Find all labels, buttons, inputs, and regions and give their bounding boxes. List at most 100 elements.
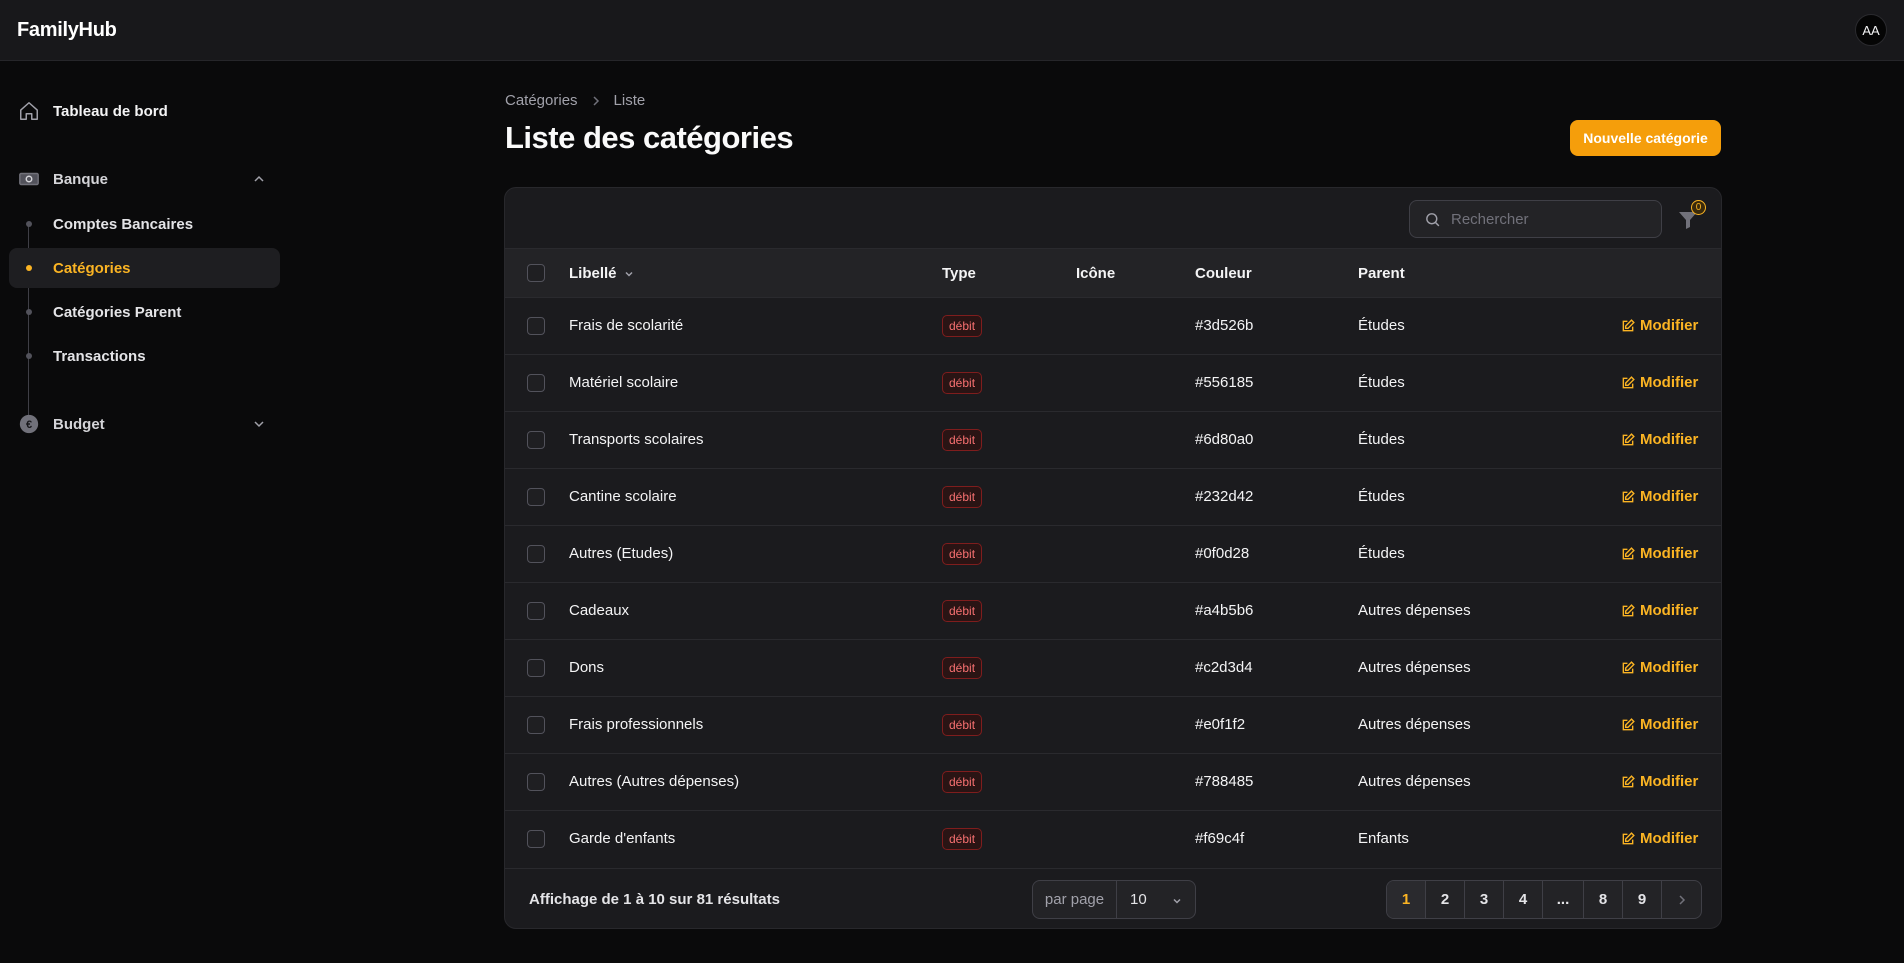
filter-count-badge: 0 xyxy=(1691,200,1706,215)
row-parent: Autres dépenses xyxy=(1358,659,1471,676)
sidebar-section-label: Budget xyxy=(53,415,105,433)
nav-dot xyxy=(26,353,32,359)
row-color: #0f0d28 xyxy=(1195,545,1250,562)
edit-button[interactable]: Modifier xyxy=(1621,830,1698,847)
row-color: #232d42 xyxy=(1195,488,1254,505)
banknote-icon xyxy=(19,172,39,186)
edit-button-label: Modifier xyxy=(1640,602,1699,619)
row-parent: Autres dépenses xyxy=(1358,602,1471,619)
edit-icon xyxy=(1622,660,1635,673)
column-header-color: Couleur xyxy=(1195,265,1252,282)
sidebar-item-parent-categories[interactable]: Catégories Parent xyxy=(9,292,280,332)
edit-button[interactable]: Modifier xyxy=(1621,659,1698,676)
edit-button[interactable]: Modifier xyxy=(1621,545,1698,562)
row-checkbox[interactable] xyxy=(527,773,545,791)
table-row: Garde d'enfants débit #f69c4f Enfants Modifi… xyxy=(505,811,1721,868)
sidebar-section-bank[interactable]: Banque xyxy=(9,159,279,199)
row-checkbox[interactable] xyxy=(527,659,545,677)
edit-button-label: Modifier xyxy=(1640,545,1699,562)
page-button[interactable]: 3 xyxy=(1465,881,1504,918)
svg-text:€: € xyxy=(26,419,32,431)
row-parent: Études xyxy=(1358,317,1405,334)
search-input[interactable] xyxy=(1451,210,1651,228)
edit-icon xyxy=(1622,432,1635,445)
row-checkbox[interactable] xyxy=(527,374,545,392)
edit-button-label: Modifier xyxy=(1640,773,1699,790)
row-label: Dons xyxy=(569,659,605,676)
edit-button[interactable]: Modifier xyxy=(1621,431,1698,448)
page-button[interactable]: 8 xyxy=(1584,881,1623,918)
table-row: Cadeaux débit #a4b5b6 Autres dépenses Modifi… xyxy=(505,583,1721,640)
edit-button-label: Modifier xyxy=(1640,317,1699,334)
edit-button[interactable]: Modifier xyxy=(1621,374,1698,391)
next-page-button[interactable] xyxy=(1662,881,1701,918)
sidebar-item-bank-accounts[interactable]: Comptes Bancaires xyxy=(9,204,280,244)
edit-icon xyxy=(1622,831,1635,844)
edit-button[interactable]: Modifier xyxy=(1621,716,1698,733)
edit-button[interactable]: Modifier xyxy=(1621,317,1698,334)
sidebar-item-categories[interactable]: Catégories xyxy=(9,248,280,288)
categories-table-card: 0 Libellé Type Icône Couleur Parent Frai… xyxy=(504,187,1722,929)
row-parent: Études xyxy=(1358,545,1405,562)
row-checkbox[interactable] xyxy=(527,488,545,506)
row-label: Cantine scolaire xyxy=(569,488,677,505)
row-checkbox[interactable] xyxy=(527,431,545,449)
edit-icon xyxy=(1622,489,1635,502)
select-all-checkbox[interactable] xyxy=(527,264,545,282)
breadcrumb: Catégories Liste xyxy=(505,92,645,109)
breadcrumb-current: Liste xyxy=(613,92,646,109)
chevron-down-icon[interactable] xyxy=(251,416,267,432)
results-summary: Affichage de 1 à 10 sur 81 résultats xyxy=(529,891,780,908)
table-row: Frais professionnels débit #e0f1f2 Autres d… xyxy=(505,697,1721,754)
user-avatar[interactable]: AA xyxy=(1855,14,1887,46)
search-box[interactable] xyxy=(1409,200,1662,238)
type-badge: débit xyxy=(942,486,983,508)
page-button[interactable]: 2 xyxy=(1426,881,1465,918)
type-badge: débit xyxy=(942,771,983,793)
edit-icon xyxy=(1622,603,1635,616)
row-parent: Études xyxy=(1358,431,1405,448)
row-label: Frais de scolarité xyxy=(569,317,684,334)
row-label: Garde d'enfants xyxy=(569,830,676,847)
search-icon xyxy=(1426,212,1440,226)
page-button[interactable]: 4 xyxy=(1504,881,1543,918)
row-checkbox[interactable] xyxy=(527,545,545,563)
app-brand[interactable]: FamilyHub xyxy=(17,19,117,42)
sidebar-item-dashboard[interactable]: Tableau de bord xyxy=(9,91,279,131)
table-row: Cantine scolaire débit #232d42 Études Modifi… xyxy=(505,469,1721,526)
sidebar-item-transactions[interactable]: Transactions xyxy=(9,336,280,376)
row-checkbox[interactable] xyxy=(527,602,545,620)
sidebar-item-label: Catégories xyxy=(53,259,131,277)
column-header-label[interactable]: Libellé xyxy=(569,265,635,282)
row-checkbox[interactable] xyxy=(527,716,545,734)
column-header-label-text: Libellé xyxy=(569,265,617,282)
edit-icon xyxy=(1622,774,1635,787)
type-badge: débit xyxy=(942,543,983,565)
nav-dot xyxy=(26,221,32,227)
new-category-button[interactable]: Nouvelle catégorie xyxy=(1570,120,1721,156)
edit-icon xyxy=(1622,375,1635,388)
row-color: #556185 xyxy=(1195,374,1254,391)
row-checkbox[interactable] xyxy=(527,317,545,335)
row-checkbox[interactable] xyxy=(527,830,545,848)
edit-button[interactable]: Modifier xyxy=(1621,773,1698,790)
chevron-up-icon[interactable] xyxy=(251,171,267,187)
type-badge: débit xyxy=(942,600,983,622)
page-button[interactable]: 1 xyxy=(1387,881,1426,918)
edit-button-label: Modifier xyxy=(1640,830,1699,847)
table-toolbar: 0 xyxy=(505,188,1721,249)
edit-button[interactable]: Modifier xyxy=(1621,602,1698,619)
page-button[interactable]: 9 xyxy=(1623,881,1662,918)
breadcrumb-root[interactable]: Catégories xyxy=(505,92,578,109)
type-badge: débit xyxy=(942,714,983,736)
sidebar-item-label: Transactions xyxy=(53,347,146,365)
type-badge: débit xyxy=(942,372,983,394)
row-label: Cadeaux xyxy=(569,602,630,619)
row-parent: Enfants xyxy=(1358,830,1409,847)
row-parent: Études xyxy=(1358,374,1405,391)
row-color: #c2d3d4 xyxy=(1195,659,1253,676)
per-page-select[interactable]: par page 10 xyxy=(1032,880,1196,919)
per-page-value[interactable]: 10 xyxy=(1117,881,1195,918)
edit-button[interactable]: Modifier xyxy=(1621,488,1698,505)
sidebar-section-budget[interactable]: € Budget xyxy=(9,404,279,444)
